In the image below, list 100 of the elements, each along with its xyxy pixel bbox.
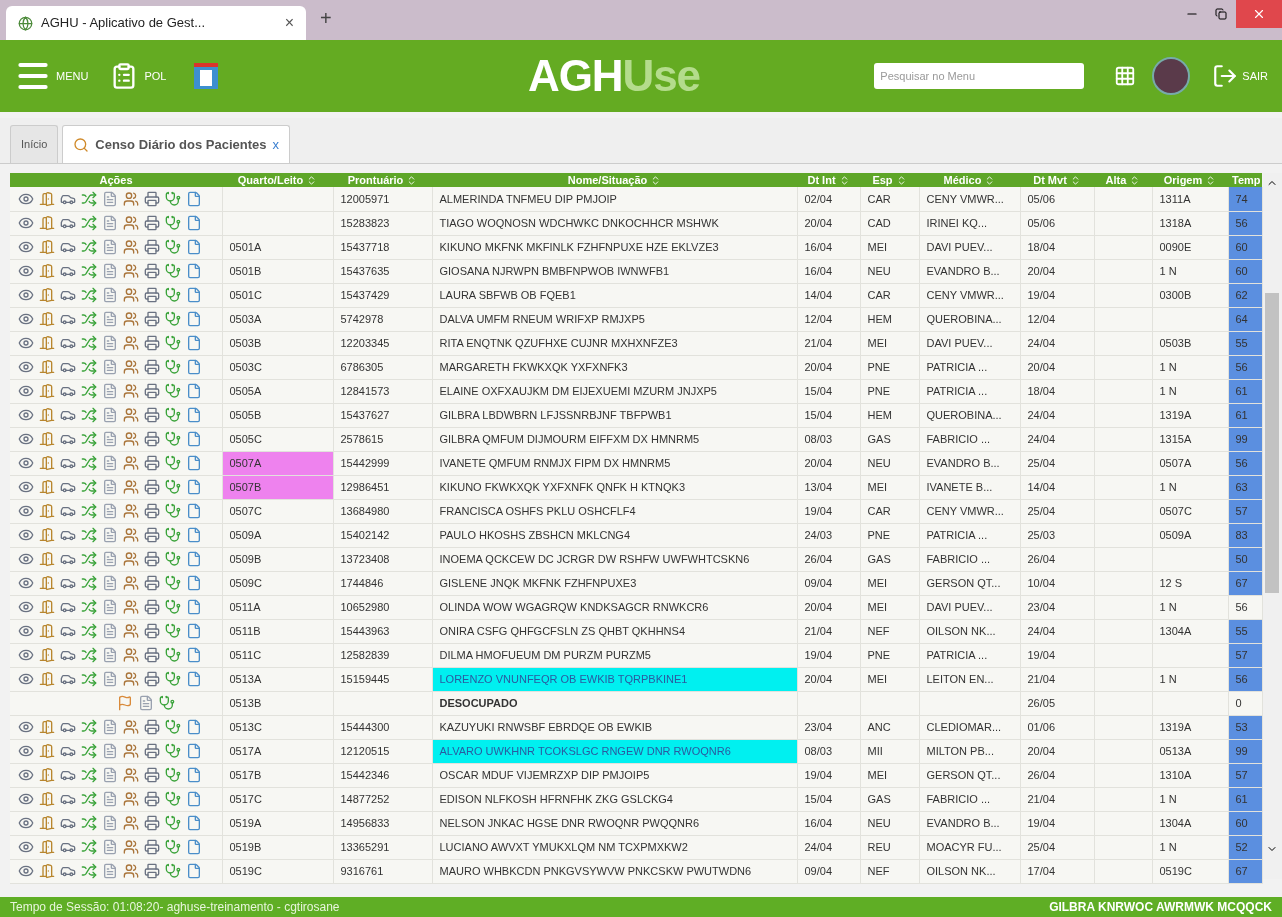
eye-icon[interactable] (18, 503, 34, 519)
document-icon[interactable] (102, 527, 118, 543)
stethoscope-icon[interactable] (165, 190, 181, 207)
eye-icon[interactable] (18, 431, 34, 447)
file-icon[interactable] (186, 623, 202, 639)
printer-icon[interactable] (144, 839, 160, 855)
apps-grid-icon[interactable] (1114, 65, 1137, 87)
column-header[interactable]: Ações (10, 173, 222, 187)
document-icon[interactable] (102, 575, 118, 591)
flag-icon[interactable] (116, 695, 133, 711)
printer-icon[interactable] (144, 479, 160, 495)
people-icon[interactable] (123, 263, 139, 279)
u-logo-icon[interactable] (194, 63, 219, 89)
shuffle-icon[interactable] (81, 190, 97, 207)
stethoscope-icon[interactable] (165, 239, 181, 255)
tab-close-button[interactable]: x (272, 134, 280, 155)
stethoscope-icon[interactable] (165, 479, 181, 495)
printer-icon[interactable] (144, 719, 160, 735)
people-icon[interactable] (123, 215, 139, 231)
people-icon[interactable] (123, 719, 139, 735)
people-icon[interactable] (123, 647, 139, 663)
stethoscope-icon[interactable] (158, 695, 175, 711)
document-icon[interactable] (102, 671, 118, 687)
stethoscope-icon[interactable] (165, 383, 181, 399)
shuffle-icon[interactable] (81, 431, 97, 447)
people-icon[interactable] (123, 527, 139, 543)
column-header[interactable]: Nome/Situação (432, 173, 797, 187)
door-icon[interactable] (39, 767, 55, 783)
eye-icon[interactable] (18, 815, 34, 831)
shuffle-icon[interactable] (81, 335, 97, 351)
people-icon[interactable] (123, 287, 139, 303)
eye-icon[interactable] (18, 311, 34, 327)
eye-icon[interactable] (18, 287, 34, 303)
people-icon[interactable] (123, 743, 139, 759)
door-icon[interactable] (39, 239, 55, 255)
new-tab-button[interactable]: + (320, 3, 332, 33)
printer-icon[interactable] (144, 623, 160, 639)
people-icon[interactable] (123, 479, 139, 495)
file-icon[interactable] (186, 791, 202, 807)
document-icon[interactable] (102, 551, 118, 567)
printer-icon[interactable] (144, 335, 160, 351)
document-icon[interactable] (102, 383, 118, 399)
door-icon[interactable] (39, 599, 55, 615)
document-icon[interactable] (102, 335, 118, 351)
printer-icon[interactable] (144, 215, 160, 231)
stethoscope-icon[interactable] (165, 719, 181, 735)
document-icon[interactable] (102, 431, 118, 447)
stethoscope-icon[interactable] (165, 599, 181, 615)
tab[interactable]: Início (10, 125, 59, 163)
eye-icon[interactable] (18, 599, 34, 615)
people-icon[interactable] (123, 239, 139, 255)
people-icon[interactable] (123, 383, 139, 399)
stethoscope-icon[interactable] (165, 767, 181, 783)
people-icon[interactable] (123, 863, 139, 879)
shuffle-icon[interactable] (81, 527, 97, 543)
eye-icon[interactable] (18, 359, 34, 375)
people-icon[interactable] (123, 623, 139, 639)
document-icon[interactable] (102, 311, 118, 327)
file-icon[interactable] (186, 671, 202, 687)
printer-icon[interactable] (144, 815, 160, 831)
shuffle-icon[interactable] (81, 767, 97, 783)
door-icon[interactable] (39, 575, 55, 591)
file-icon[interactable] (186, 527, 202, 543)
printer-icon[interactable] (144, 263, 160, 279)
door-icon[interactable] (39, 215, 55, 231)
door-icon[interactable] (39, 527, 55, 543)
stethoscope-icon[interactable] (165, 407, 181, 423)
people-icon[interactable] (123, 551, 139, 567)
door-icon[interactable] (39, 671, 55, 687)
printer-icon[interactable] (144, 791, 160, 807)
printer-icon[interactable] (144, 767, 160, 783)
printer-icon[interactable] (144, 575, 160, 591)
eye-icon[interactable] (18, 263, 34, 279)
stethoscope-icon[interactable] (165, 503, 181, 519)
file-icon[interactable] (186, 863, 202, 879)
eye-icon[interactable] (18, 839, 34, 855)
eye-icon[interactable] (18, 383, 34, 399)
door-icon[interactable] (39, 815, 55, 831)
exit-button[interactable]: SAIR (1212, 63, 1268, 89)
eye-icon[interactable] (18, 575, 34, 591)
people-icon[interactable] (123, 335, 139, 351)
shuffle-icon[interactable] (81, 791, 97, 807)
file-icon[interactable] (186, 575, 202, 591)
eye-icon[interactable] (18, 863, 34, 879)
document-icon[interactable] (102, 215, 118, 231)
file-icon[interactable] (186, 239, 202, 255)
column-header[interactable]: Origem (1152, 173, 1228, 187)
stethoscope-icon[interactable] (165, 863, 181, 879)
stethoscope-icon[interactable] (165, 335, 181, 351)
stethoscope-icon[interactable] (165, 551, 181, 567)
people-icon[interactable] (123, 190, 139, 207)
stethoscope-icon[interactable] (165, 647, 181, 663)
document-icon[interactable] (102, 455, 118, 471)
shuffle-icon[interactable] (81, 263, 97, 279)
door-icon[interactable] (39, 863, 55, 879)
people-icon[interactable] (123, 407, 139, 423)
file-icon[interactable] (186, 839, 202, 855)
printer-icon[interactable] (144, 383, 160, 399)
shuffle-icon[interactable] (81, 215, 97, 231)
eye-icon[interactable] (18, 527, 34, 543)
